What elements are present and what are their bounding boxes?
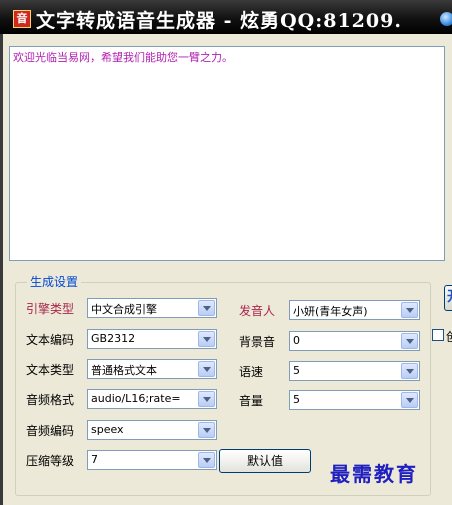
bg-sound-label: 背景音 — [239, 335, 276, 349]
text-type-select[interactable]: 普通格式文本 — [87, 359, 217, 379]
chevron-down-icon[interactable] — [198, 361, 215, 377]
encoding-select[interactable]: GB2312 — [87, 329, 217, 349]
bg-sound-select[interactable]: 0 — [289, 331, 420, 351]
speaker-label: 发音人 — [239, 304, 276, 318]
engine-select-value: 中文合成引擎 — [91, 303, 157, 316]
speed-label: 语速 — [239, 365, 264, 379]
compression-select[interactable]: 7 — [87, 450, 217, 470]
chevron-down-icon[interactable] — [198, 331, 215, 347]
audio-codec-select-value: speex — [91, 423, 124, 436]
engine-select[interactable]: 中文合成引擎 — [87, 298, 217, 318]
globe-icon — [440, 12, 452, 26]
text-type-select-value: 普通格式文本 — [91, 364, 157, 377]
chevron-down-icon[interactable] — [401, 392, 418, 408]
audio-format-select-value: audio/L16;rate= — [91, 392, 181, 405]
chevron-down-icon[interactable] — [401, 363, 418, 379]
speaker-select[interactable]: 小妍(青年女声) — [289, 300, 420, 320]
chevron-down-icon[interactable] — [198, 452, 215, 468]
volume-select-value: 5 — [293, 393, 300, 406]
chevron-down-icon[interactable] — [198, 391, 215, 407]
side-action-button[interactable]: 开 — [444, 285, 452, 311]
audio-codec-label: 音频编码 — [26, 424, 75, 438]
settings-group-label: 生成设置 — [27, 273, 82, 290]
speed-select[interactable]: 5 — [289, 361, 420, 381]
default-values-button[interactable]: 默认值 — [219, 449, 311, 473]
window-title: 文字转成语音生成器 - 炫勇QQ:81209. — [36, 10, 402, 32]
audio-format-select[interactable]: audio/L16;rate= — [87, 389, 217, 409]
chevron-down-icon[interactable] — [198, 422, 215, 438]
audio-format-label: 音频格式 — [26, 393, 75, 407]
encoding-select-value: GB2312 — [91, 332, 136, 345]
title-bar[interactable]: 音 文字转成语音生成器 - 炫勇QQ:81209. — [0, 0, 452, 34]
engine-label: 引擎类型 — [26, 302, 75, 316]
audio-codec-select[interactable]: speex — [87, 420, 217, 440]
app-icon: 音 — [13, 10, 31, 28]
chevron-down-icon[interactable] — [401, 333, 418, 349]
volume-label: 音量 — [239, 394, 264, 408]
speed-select-value: 5 — [293, 364, 300, 377]
compression-label: 压缩等级 — [26, 454, 75, 468]
text-type-label: 文本类型 — [26, 363, 75, 377]
encoding-label: 文本编码 — [26, 333, 75, 347]
compression-select-value: 7 — [91, 453, 98, 466]
watermark-text: 最需教育 — [330, 462, 418, 486]
volume-select[interactable]: 5 — [289, 390, 420, 410]
speaker-select-value: 小妍(青年女声) — [293, 305, 368, 318]
bg-sound-select-value: 0 — [293, 334, 300, 347]
chevron-down-icon[interactable] — [401, 302, 418, 318]
text-input-area[interactable]: 欢迎光临当易网，希望我们能助您一臂之力。 — [9, 46, 445, 261]
side-checkbox[interactable] — [432, 329, 444, 341]
chevron-down-icon[interactable] — [198, 300, 215, 316]
side-checkbox-label: 创 — [446, 328, 452, 345]
